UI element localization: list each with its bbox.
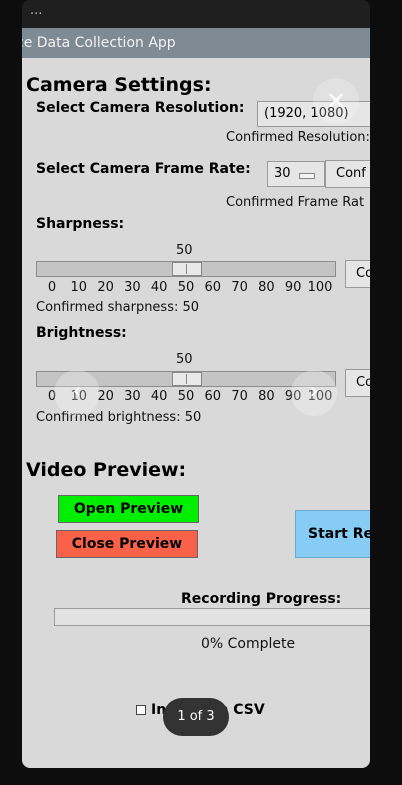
brightness-confirm-button[interactable]: Co — [345, 369, 370, 397]
title-bar: ce Data Collection App — [22, 28, 370, 58]
slider-tick-label: 90 — [284, 280, 302, 295]
sharpness-ticks: 0 10 20 30 40 50 60 70 80 90 100 — [36, 280, 336, 296]
slider-tick-label: 50 — [177, 389, 195, 404]
app-window: ce Data Collection App Camera Settings: … — [22, 28, 370, 768]
resolution-label: Select Camera Resolution: — [36, 100, 245, 116]
brightness-value: 50 — [176, 352, 193, 367]
sharpness-slider-handle[interactable] — [172, 262, 202, 276]
slider-tick-label: 30 — [124, 280, 141, 295]
slider-tick-label: 10 — [70, 280, 88, 295]
recording-progress-label: Recording Progress: — [181, 591, 342, 607]
confirmed-resolution: Confirmed Resolution: — [226, 130, 370, 145]
confirmed-brightness: Confirmed brightness: 50 — [36, 410, 202, 425]
top-strip-text: ... — [30, 3, 43, 18]
framerate-label: Select Camera Frame Rate: — [36, 161, 251, 177]
chevron-left-icon[interactable]: ‹ — [54, 370, 100, 416]
slider-tick-label: 80 — [258, 280, 275, 295]
framerate-confirm-button[interactable]: Conf — [325, 160, 370, 188]
slider-tick-label: 30 — [124, 389, 141, 404]
confirmed-sharpness: Confirmed sharpness: 50 — [36, 300, 200, 315]
slider-tick-label: 100 — [307, 280, 333, 295]
top-strip: ... — [22, 0, 370, 28]
framerate-confirm-label: Conf — [336, 166, 366, 181]
include-csv-checkbox[interactable] — [136, 705, 146, 715]
slider-tick-label: 80 — [258, 389, 275, 404]
open-preview-button[interactable]: Open Preview — [58, 495, 199, 523]
sharpness-slider[interactable] — [36, 261, 336, 277]
slider-tick-label: 40 — [150, 389, 168, 404]
brightness-confirm-label: Co — [356, 375, 370, 390]
framerate-dropdown[interactable]: 30 — [267, 161, 325, 187]
sharpness-confirm-label: Co — [356, 266, 370, 281]
chevron-right-icon[interactable]: › — [291, 370, 337, 416]
app-title: ce Data Collection App — [22, 35, 176, 51]
progress-percent-text: 0% Complete — [201, 636, 296, 652]
camera-settings-heading: Camera Settings: — [26, 74, 212, 96]
slider-tick-label: 70 — [231, 389, 248, 404]
slider-tick-label: 50 — [177, 280, 195, 295]
viewer-close-icon[interactable]: ✕ — [313, 78, 359, 124]
slider-tick-label: 40 — [150, 280, 168, 295]
sharpness-confirm-button[interactable]: Co — [345, 260, 370, 288]
slider-tick-label: 60 — [204, 389, 222, 404]
slider-tick-label: 0 — [47, 280, 57, 295]
slider-tick-label: 60 — [204, 280, 222, 295]
close-preview-button[interactable]: Close Preview — [56, 530, 198, 558]
sharpness-label: Sharpness: — [36, 216, 125, 232]
slider-tick-label: 70 — [231, 280, 248, 295]
brightness-label: Brightness: — [36, 325, 127, 341]
confirmed-framerate: Confirmed Frame Rat — [226, 195, 365, 210]
brightness-slider-handle[interactable] — [172, 372, 202, 386]
image-counter: 1 of 3 — [163, 698, 229, 736]
video-preview-heading: Video Preview: — [26, 459, 187, 481]
sharpness-value: 50 — [176, 243, 193, 258]
framerate-value: 30 — [274, 166, 291, 181]
dropdown-arrow-icon — [299, 173, 315, 179]
start-recording-button[interactable]: Start Re — [295, 510, 370, 558]
slider-tick-label: 20 — [97, 280, 114, 295]
recording-progress-bar — [54, 608, 370, 626]
